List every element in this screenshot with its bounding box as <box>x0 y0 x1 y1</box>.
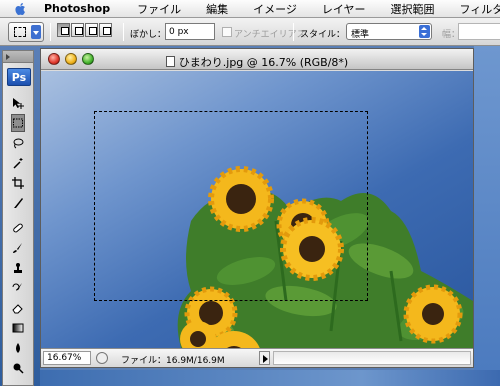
lasso-icon[interactable] <box>11 134 25 152</box>
menu-app-name[interactable]: Photoshop <box>44 2 110 15</box>
rect-marquee-icon[interactable] <box>11 114 25 132</box>
move-tool-icon[interactable] <box>11 94 25 112</box>
divider <box>293 23 294 41</box>
desktop-background <box>474 46 500 370</box>
antialias-label: アンチエイリアス <box>234 30 306 40</box>
document-icon <box>165 56 175 67</box>
file-size-info: ファイル：16.9M/16.9M <box>121 356 225 366</box>
options-bar: ぼかし： 0 px アンチエイリアス スタイル： 標準 幅： <box>0 18 500 46</box>
selection-mode-group <box>57 23 113 37</box>
select-arrows-icon <box>419 25 430 38</box>
style-select[interactable]: 標準 <box>346 23 432 40</box>
photoshop-logo[interactable]: Ps <box>7 68 31 86</box>
status-menu-arrow-icon[interactable] <box>259 351 270 365</box>
menu-layer[interactable]: レイヤー <box>322 1 366 17</box>
apple-icon[interactable] <box>14 2 28 16</box>
menu-bar: Photoshop ファイル 編集 イメージ レイヤー 選択範囲 フィルタ 解析 <box>0 0 500 18</box>
add-to-selection-button[interactable] <box>71 23 84 37</box>
crop-icon[interactable] <box>11 174 25 192</box>
new-selection-button[interactable] <box>57 23 70 37</box>
menu-file[interactable]: ファイル <box>137 1 181 17</box>
feather-input[interactable]: 0 px <box>165 23 215 40</box>
brush-icon[interactable] <box>11 239 25 257</box>
blur-icon[interactable] <box>11 339 25 357</box>
tools-palette: Ps <box>2 50 34 386</box>
magic-wand-icon[interactable] <box>11 154 25 172</box>
menu-edit[interactable]: 編集 <box>206 1 228 17</box>
status-bar: 16.67% ファイル：16.9M/16.9M <box>41 348 473 367</box>
dodge-icon[interactable] <box>11 359 25 377</box>
eraser-icon[interactable] <box>11 299 25 317</box>
antialias-checkbox[interactable] <box>222 27 232 37</box>
subtract-from-selection-button[interactable] <box>85 23 98 37</box>
style-select-value: 標準 <box>351 30 370 40</box>
document-window: ひまわり.jpg @ 16.7% (RGB/8*) 16.67% ファイル：16… <box>40 48 474 368</box>
zoom-field[interactable]: 16.67% <box>43 351 91 365</box>
feather-label: ぼかし： <box>130 30 167 40</box>
document-title-wrap: ひまわり.jpg @ 16.7% (RGB/8*) <box>41 54 473 70</box>
rect-marquee-icon <box>14 27 26 37</box>
divider <box>123 23 124 41</box>
clone-stamp-icon[interactable] <box>11 259 25 277</box>
menu-image[interactable]: イメージ <box>253 1 297 17</box>
intersect-selection-button[interactable] <box>99 23 112 37</box>
healing-brush-icon[interactable] <box>11 219 25 237</box>
style-label: スタイル： <box>300 30 346 40</box>
menu-select[interactable]: 選択範囲 <box>391 1 435 17</box>
width-input[interactable] <box>458 23 500 40</box>
gradient-icon[interactable] <box>11 319 25 337</box>
sunflower <box>403 284 463 344</box>
document-title: ひまわり.jpg @ 16.7% (RGB/8*) <box>178 56 349 69</box>
tool-preset-picker[interactable] <box>8 22 44 42</box>
marquee-selection[interactable] <box>94 111 368 301</box>
document-titlebar[interactable]: ひまわり.jpg @ 16.7% (RGB/8*) <box>41 49 473 70</box>
desktop-background <box>40 370 500 386</box>
image-canvas[interactable] <box>41 71 473 348</box>
history-brush-icon[interactable] <box>11 279 25 297</box>
horizontal-scrollbar[interactable] <box>273 351 471 365</box>
slice-icon[interactable] <box>11 194 25 212</box>
chevron-down-icon <box>31 25 41 39</box>
divider <box>50 23 51 41</box>
status-info-icon[interactable] <box>96 352 108 364</box>
menu-filter[interactable]: フィルタ <box>460 1 500 17</box>
palette-header[interactable] <box>3 51 33 63</box>
